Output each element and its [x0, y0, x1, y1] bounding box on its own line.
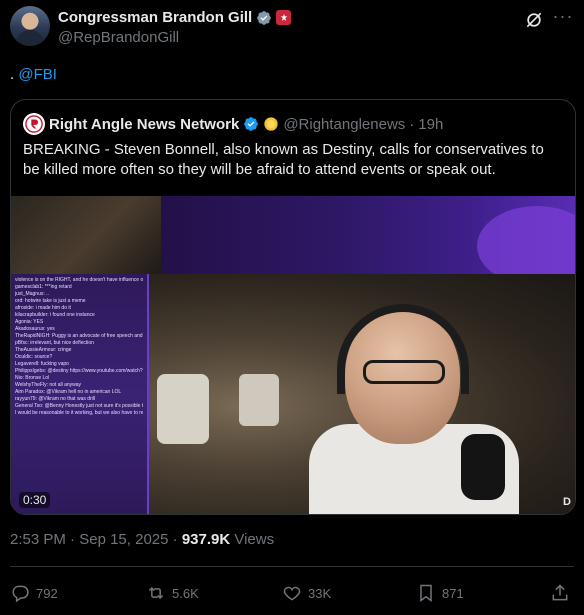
guest-webcam	[149, 274, 575, 514]
heart-icon	[283, 586, 301, 601]
quote-text: BREAKING - Steven Bonnell, also known as…	[23, 141, 544, 178]
author-name-row: Congressman Brandon Gill	[58, 9, 292, 26]
chat-message: General Tso: @Benny Honestly just not su…	[15, 403, 143, 409]
quote-header: Right Angle News Network @Rightanglenews…	[23, 113, 443, 135]
tweet-meta: 2:53 PM · Sep 15, 2025 · 937.9K Views	[10, 531, 274, 548]
quote-author-name[interactable]: Right Angle News Network	[49, 116, 239, 133]
author-display-name[interactable]: Congressman Brandon Gill	[58, 9, 252, 26]
chat-message: Nio: Bronse Lol	[15, 375, 50, 381]
quote-separator: ·	[409, 115, 415, 133]
tweet-text: . @FBI	[10, 66, 57, 83]
author-handle[interactable]: @RepBrandonGill	[58, 29, 179, 46]
microphone	[461, 434, 505, 500]
glasses	[363, 360, 445, 384]
chat-message: gamesclab1: ***ing retard	[15, 284, 72, 290]
quote-author-handle[interactable]: @Rightanglenews	[283, 116, 405, 133]
views-label: Views	[234, 531, 275, 548]
chat-message: TheAussieArmour: cringe	[15, 347, 72, 353]
chat-message: Agonia: YES	[15, 319, 44, 325]
chat-message: pBfsc: irrelevant, but nice deflection	[15, 340, 94, 346]
background-lamp	[157, 374, 209, 444]
tweet-header: Congressman Brandon Gill @RepBrandonGill…	[10, 6, 574, 50]
bookmark-count: 871	[442, 585, 464, 601]
reply-icon	[12, 585, 29, 603]
affiliate-badge-icon	[264, 117, 278, 131]
chat-message: Oculdic: source?	[15, 354, 53, 360]
quoted-tweet[interactable]: Right Angle News Network @Rightanglenews…	[10, 99, 576, 515]
chat-message: WelshyTheFly: not all anyway	[15, 382, 82, 388]
video-timestamp: 0:30	[19, 492, 51, 508]
streamer-webcam	[11, 196, 161, 274]
stream-overlay-banner	[149, 196, 575, 286]
chat-message: Legaverell: fucking vapo	[15, 361, 69, 367]
chat-message: PhilippsIgebs: @destiny https://www.yout…	[15, 368, 143, 374]
tweet-time[interactable]: 2:53 PM	[10, 531, 66, 548]
quote-time[interactable]: 19h	[418, 116, 443, 133]
divider	[10, 566, 574, 567]
reply-count: 792	[36, 585, 58, 601]
more-options-icon[interactable]: ···	[552, 7, 574, 28]
verified-badge-icon	[257, 10, 272, 25]
chat-message: ord: hotwire take is just a meme	[15, 298, 86, 304]
mention-link[interactable]: @FBI	[18, 66, 57, 83]
chat-message: I would be reasonable to it working, but…	[15, 410, 143, 416]
meta-separator-2: ·	[172, 531, 178, 548]
repost-icon	[148, 586, 164, 600]
repost-count: 5.6K	[172, 585, 199, 601]
action-bar: 792 5.6K 33K 871	[10, 580, 574, 606]
quote-video[interactable]: violence is on the RIGHT, and he doesn't…	[11, 196, 575, 514]
chat-message: TheRapidNIGH: Puggy is an advocate of fr…	[15, 333, 143, 339]
chat-message: kilacrapbuilder: i found one instance	[15, 312, 95, 318]
video-corner-badge: D	[563, 496, 571, 508]
tweet-date[interactable]: Sep 15, 2025	[79, 531, 168, 548]
quote-author-avatar[interactable]	[23, 113, 45, 135]
repost-button[interactable]: 5.6K	[146, 580, 199, 606]
like-button[interactable]: 33K	[282, 580, 331, 606]
chat-message: afroside: i made him do it	[15, 305, 71, 311]
views-count: 937.9K	[181, 531, 231, 548]
bookmark-icon	[420, 584, 432, 602]
verified-badge-icon	[244, 117, 259, 131]
share-icon	[552, 584, 568, 601]
meta-separator: ·	[70, 531, 76, 548]
reply-button[interactable]: 792	[10, 580, 58, 606]
grok-icon[interactable]	[524, 10, 544, 30]
bookmark-button[interactable]: 871	[416, 580, 464, 606]
chat-message: violence is on the RIGHT, and he doesn't…	[15, 277, 143, 283]
author-avatar[interactable]	[10, 6, 50, 46]
chat-message: Akadosaurus: yes	[15, 326, 55, 332]
like-count: 33K	[308, 585, 332, 601]
background-lamp-2	[239, 374, 279, 426]
share-button[interactable]	[550, 580, 570, 606]
chat-message: rayyun79: @Vikram no that was drill	[15, 396, 96, 402]
chat-message: just_Magnus: ..	[15, 291, 49, 297]
chat-message: Aim Paradox: @Vikram hell no in american…	[15, 389, 122, 395]
stream-chat-panel: violence is on the RIGHT, and he doesn't…	[11, 274, 149, 514]
congress-badge-icon	[276, 10, 292, 25]
